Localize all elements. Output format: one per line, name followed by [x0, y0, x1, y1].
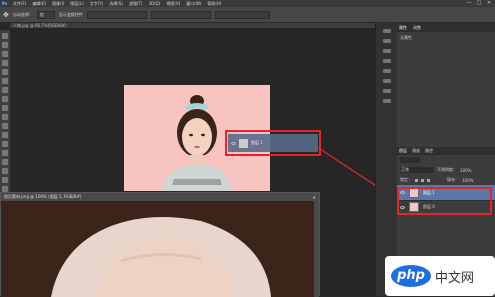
- menu-edit[interactable]: 编辑(E): [32, 1, 46, 7]
- menu-bar: Ps 文件(F) 编辑(E) 图像(I) 图层(L) 文字(Y) 选择(S) 滤…: [0, 0, 495, 7]
- floating-window-scrollbar[interactable]: [314, 201, 319, 297]
- lock-all-icon[interactable]: [427, 178, 430, 182]
- menu-image[interactable]: 图像(I): [52, 1, 64, 7]
- photoshop-logo: Ps: [2, 1, 8, 6]
- lock-position-icon[interactable]: [421, 178, 424, 182]
- blend-row: 正常 不透明度： 100%: [397, 165, 495, 175]
- show-transform-label[interactable]: 显示变换控件: [59, 12, 83, 18]
- window-controls: — □ ✕: [465, 0, 493, 6]
- fill-label: 填充：: [447, 177, 459, 182]
- clone-source-icon[interactable]: [382, 89, 391, 93]
- auto-select-value: 组: [39, 11, 44, 17]
- lasso-tool-icon[interactable]: [2, 51, 8, 57]
- brush-preset-icon[interactable]: [382, 59, 391, 63]
- menu-filter[interactable]: 滤镜(T): [129, 1, 143, 7]
- actions-icon[interactable]: [382, 39, 391, 43]
- drag-preview-label: 图层 1: [251, 140, 263, 145]
- healing-tool-icon[interactable]: [2, 87, 8, 93]
- lock-label: 锁定：: [400, 177, 412, 182]
- options-bar: ✥ 自动选择： 组 显示变换控件: [0, 7, 495, 23]
- menu-select[interactable]: 选择(S): [109, 1, 123, 7]
- gradient-tool-icon[interactable]: [2, 132, 8, 138]
- path-select-tool-icon[interactable]: [2, 177, 8, 183]
- blur-tool-icon[interactable]: [2, 141, 8, 147]
- opacity-label: 不透明度：: [437, 167, 457, 172]
- paragraph-icon[interactable]: [382, 79, 391, 83]
- tab-channels[interactable]: 通道: [412, 148, 420, 154]
- properties-empty-text: 无属性: [400, 35, 412, 40]
- menu-file[interactable]: 文件(F): [13, 1, 26, 7]
- fill-value[interactable]: 100%: [462, 178, 473, 183]
- lock-pixels-icon[interactable]: [415, 178, 418, 182]
- type-tool-icon[interactable]: [2, 168, 8, 174]
- layer-filter-row: [397, 155, 495, 165]
- auto-select-dropdown[interactable]: 组: [36, 10, 55, 19]
- dodge-tool-icon[interactable]: [2, 150, 8, 156]
- tool-preset-icon[interactable]: [382, 99, 391, 103]
- brush-tool-icon[interactable]: [2, 96, 8, 102]
- menu-view[interactable]: 视图(V): [166, 1, 180, 7]
- menu-layer[interactable]: 图层(L): [70, 1, 83, 7]
- auto-select-label: 自动选择：: [12, 11, 33, 17]
- blend-mode-dropdown[interactable]: 正常: [400, 167, 434, 173]
- tab-paths[interactable]: 路径: [425, 148, 433, 154]
- maximize-button[interactable]: □: [475, 0, 483, 6]
- menu-3d[interactable]: 3D(D): [149, 1, 161, 6]
- menu-type[interactable]: 文字(Y): [90, 1, 104, 7]
- menu-help[interactable]: 帮助(H): [207, 1, 221, 7]
- menu-window[interactable]: 窗口(W): [186, 1, 201, 7]
- eyedropper-tool-icon[interactable]: [2, 78, 8, 84]
- close-button[interactable]: ✕: [485, 0, 493, 6]
- close-icon[interactable]: ✕: [313, 195, 316, 200]
- align-buttons[interactable]: [86, 10, 147, 19]
- character-icon[interactable]: [382, 69, 391, 73]
- marquee-tool-icon[interactable]: [2, 42, 8, 48]
- eraser-tool-icon[interactable]: [2, 123, 8, 129]
- php-watermark-text: 中文网: [435, 270, 475, 286]
- crop-tool-icon[interactable]: [2, 69, 8, 75]
- layers-tabs: 图层 通道 路径: [397, 147, 495, 155]
- tab-adjustments[interactable]: 调整: [413, 25, 421, 31]
- 3d-mode-buttons[interactable]: [214, 10, 270, 19]
- layer-kind-filter[interactable]: [400, 157, 420, 163]
- history-icon[interactable]: [382, 29, 391, 33]
- properties-tabs: 属性 调整: [397, 23, 495, 32]
- floating-window-title: 首页素材.png @ 100% (图层 1, RGB/8#): [4, 194, 82, 199]
- properties-body: 无属性: [397, 32, 495, 147]
- minimize-button[interactable]: —: [465, 0, 473, 6]
- php-watermark: php 中文网: [385, 256, 495, 296]
- lock-row: 锁定： 填充： 100%: [397, 175, 495, 185]
- closeup-photo[interactable]: [1, 201, 319, 297]
- floating-document-window[interactable]: 首页素材.png @ 100% (图层 1, RGB/8#) ✕: [0, 192, 320, 297]
- php-logo: php: [391, 265, 431, 287]
- visibility-eye-icon: [231, 141, 236, 145]
- move-tool-icon[interactable]: ✥: [3, 11, 9, 19]
- stamp-tool-icon[interactable]: [2, 105, 8, 111]
- layer-thumbnail-icon: [239, 138, 248, 148]
- floating-window-titlebar[interactable]: 首页素材.png @ 100% (图层 1, RGB/8#) ✕: [1, 193, 319, 201]
- tab-layers[interactable]: 图层: [399, 148, 407, 154]
- tab-properties[interactable]: 属性: [399, 25, 407, 31]
- blend-mode-value: 正常: [401, 167, 409, 172]
- properties-icon[interactable]: [382, 49, 391, 53]
- distribute-buttons[interactable]: [150, 10, 211, 19]
- opacity-value[interactable]: 100%: [460, 168, 471, 173]
- pen-tool-icon[interactable]: [2, 159, 8, 165]
- closeup-image: [1, 201, 319, 297]
- layer-highlight-box: [397, 187, 492, 215]
- history-brush-icon[interactable]: [2, 114, 8, 120]
- drag-preview-layer[interactable]: 图层 1: [228, 134, 318, 152]
- move-tool-icon[interactable]: [2, 33, 8, 39]
- quick-select-tool-icon[interactable]: [2, 60, 8, 66]
